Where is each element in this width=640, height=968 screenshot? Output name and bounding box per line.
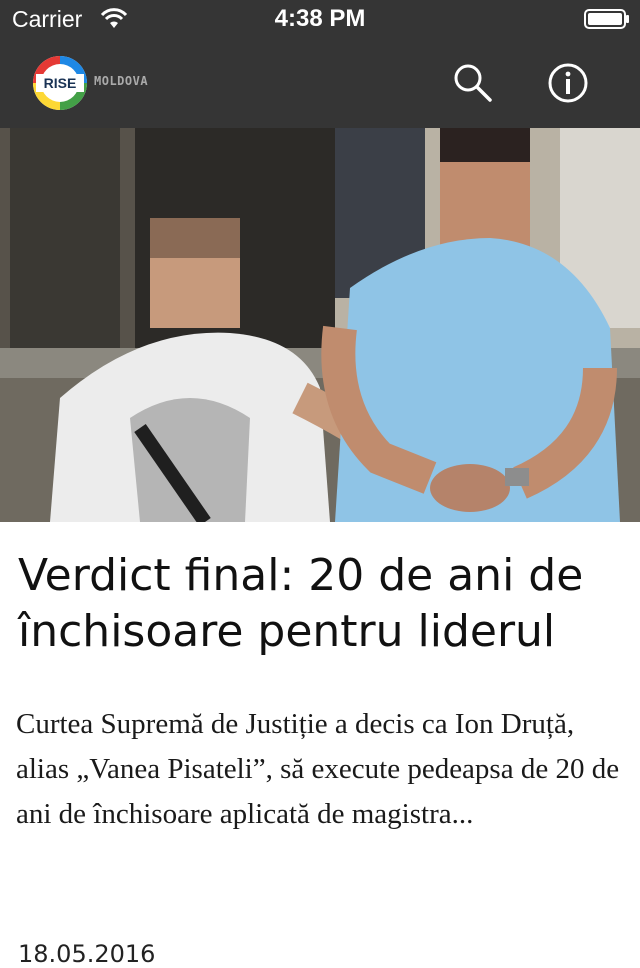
app-header: Carrier 4:38 PM RISE MOLDOVA [0,0,640,128]
article-hero-image[interactable] [0,128,640,522]
logo-ring-icon: RISE [33,56,87,110]
article-excerpt: Curtea Supremă de Justiție a decis ca Io… [16,708,620,830]
battery-icon [584,9,629,29]
info-icon[interactable] [545,60,591,106]
logo-subtitle: MOLDOVA [94,74,149,88]
status-time: 4:38 PM [274,5,366,32]
search-icon[interactable] [450,60,496,106]
status-bar: Carrier 4:38 PM [0,0,640,40]
logo-wordmark: RISE [44,75,77,91]
nav-bar: RISE MOLDOVA [0,40,640,128]
article-date: 18.05.2016 [18,940,156,968]
article-title[interactable]: Verdict final: 20 de ani de închisoare p… [18,548,628,660]
app-logo[interactable]: RISE MOLDOVA [30,53,150,113]
photo-illustration [0,128,640,522]
